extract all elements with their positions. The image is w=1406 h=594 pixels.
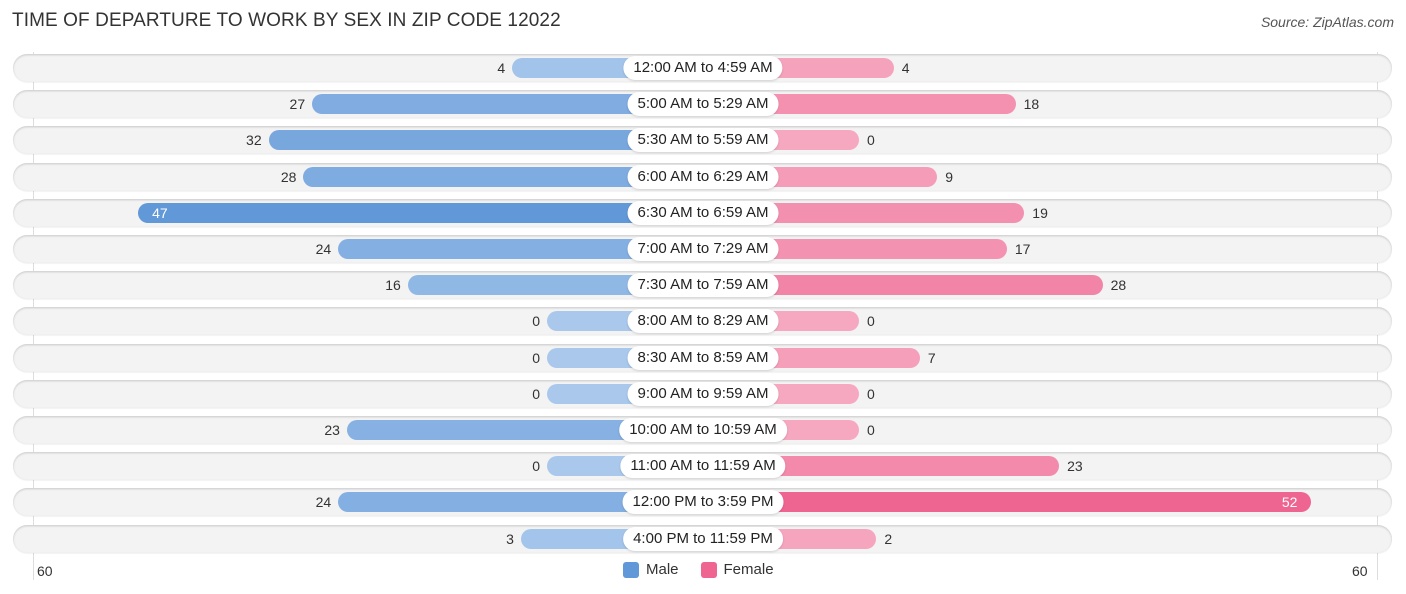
value-label-female: 52: [1281, 494, 1298, 510]
value-label-male: 16: [385, 277, 401, 293]
value-label-male: 47: [152, 205, 168, 221]
value-label-male: 0: [532, 458, 540, 474]
axis-label-left: 60: [37, 563, 53, 579]
value-label-female: 9: [945, 169, 954, 185]
chart-row: 11:00 AM to 11:59 AM 0 23: [13, 452, 1392, 480]
category-label: 7:30 AM to 7:59 AM: [627, 273, 779, 297]
value-label-female: 0: [867, 386, 875, 402]
chart-row: 6:00 AM to 6:29 AM 28 9: [13, 163, 1392, 191]
value-label-female: 0: [867, 313, 875, 329]
value-label-female: 19: [1032, 205, 1048, 221]
value-label-female: 0: [867, 132, 875, 148]
bar-female: [703, 492, 1312, 512]
category-label: 12:00 AM to 4:59 AM: [623, 56, 783, 80]
category-label: 12:00 PM to 3:59 PM: [622, 490, 784, 514]
chart-row: 8:30 AM to 8:59 AM 0 7: [13, 344, 1392, 372]
value-label-male: 3: [506, 531, 514, 547]
category-label: 6:30 AM to 6:59 AM: [627, 201, 779, 225]
category-label: 5:00 AM to 5:29 AM: [627, 92, 779, 116]
category-label: 11:00 AM to 11:59 AM: [620, 454, 786, 478]
category-label: 5:30 AM to 5:59 AM: [627, 128, 779, 152]
legend: Male Female: [623, 561, 774, 578]
chart-row: 12:00 AM to 4:59 AM 4 4: [13, 54, 1392, 82]
bar-male: [138, 203, 703, 223]
value-label-female: 4: [901, 60, 910, 76]
category-label: 8:00 AM to 8:29 AM: [627, 309, 779, 333]
value-label-male: 23: [324, 422, 340, 438]
value-label-male: 24: [315, 241, 332, 257]
value-label-female: 2: [884, 531, 893, 547]
category-label: 9:00 AM to 9:59 AM: [627, 382, 779, 406]
category-label: 10:00 AM to 10:59 AM: [619, 418, 787, 442]
category-label: 7:00 AM to 7:29 AM: [627, 237, 779, 261]
chart-row: 9:00 AM to 9:59 AM 0 0: [13, 380, 1392, 408]
axis-label-right: 60: [1352, 563, 1368, 579]
value-label-female: 7: [927, 350, 936, 366]
chart-row: 10:00 AM to 10:59 AM 23 0: [13, 416, 1392, 444]
chart-row: 8:00 AM to 8:29 AM 0 0: [13, 307, 1392, 335]
chart-row: 6:30 AM to 6:59 AM 47 19: [13, 199, 1392, 227]
chart-row: 7:30 AM to 7:59 AM 16 28: [13, 271, 1392, 299]
value-label-male: 27: [289, 96, 306, 112]
legend-male-label: Male: [646, 561, 679, 578]
value-label-male: 0: [532, 350, 540, 366]
value-label-male: 4: [497, 60, 506, 76]
value-label-female: 18: [1023, 96, 1040, 112]
value-label-female: 17: [1014, 241, 1031, 257]
value-label-male: 32: [246, 132, 262, 148]
value-label-male: 0: [532, 386, 540, 402]
legend-female-swatch: [700, 561, 717, 578]
value-label-female: 28: [1110, 277, 1127, 293]
chart-row: 5:30 AM to 5:59 AM 32 0: [13, 126, 1392, 154]
value-label-male: 24: [315, 494, 332, 510]
legend-male-swatch: [623, 561, 639, 578]
category-label: 8:30 AM to 8:59 AM: [627, 346, 779, 370]
chart-row: 12:00 PM to 3:59 PM 24 52: [13, 488, 1392, 516]
category-label: 6:00 AM to 6:29 AM: [627, 165, 779, 189]
chart-row: 5:00 AM to 5:29 AM 27 18: [13, 90, 1392, 118]
source-label: Source: ZipAtlas.com: [1260, 14, 1394, 30]
chart-row: 7:00 AM to 7:29 AM 24 17: [13, 235, 1392, 263]
chart-row: 4:00 PM to 11:59 PM 3 2: [13, 525, 1392, 553]
chart-title: TIME OF DEPARTURE TO WORK BY SEX IN ZIP …: [12, 10, 561, 31]
legend-female-label: Female: [723, 561, 774, 578]
category-label: 4:00 PM to 11:59 PM: [623, 527, 783, 551]
value-label-female: 23: [1067, 458, 1083, 474]
value-label-male: 28: [280, 169, 297, 185]
value-label-male: 0: [532, 313, 540, 329]
value-label-female: 0: [867, 422, 875, 438]
